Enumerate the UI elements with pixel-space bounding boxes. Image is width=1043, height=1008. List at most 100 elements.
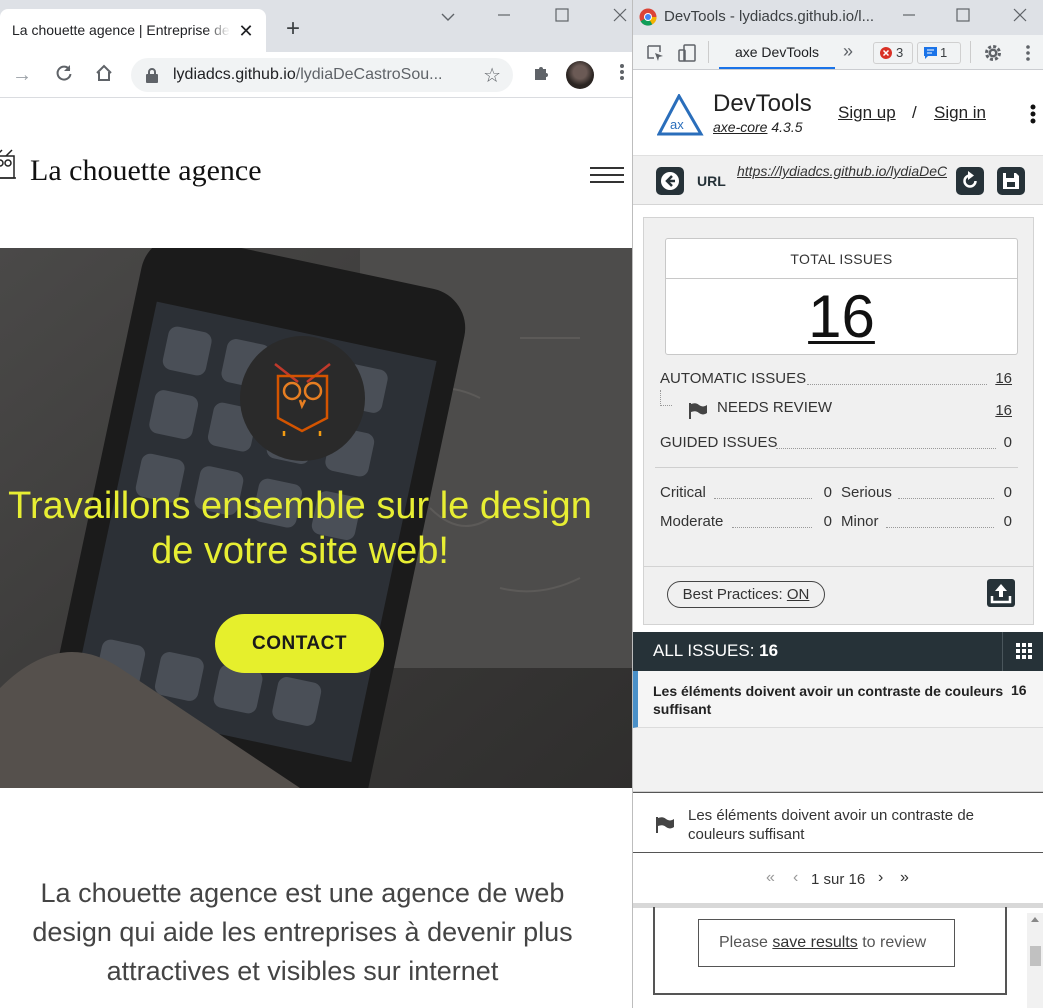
device-toolbar-icon[interactable]: [677, 43, 697, 63]
errors-count: 3: [896, 45, 904, 60]
close-window-icon[interactable]: [610, 8, 630, 28]
issue-count: 16: [1011, 682, 1027, 698]
back-button[interactable]: [656, 167, 684, 195]
critical-count: 0: [823, 484, 832, 501]
summary-divider: [655, 467, 1018, 468]
save-button[interactable]: [997, 167, 1025, 195]
contact-button[interactable]: CONTACT: [215, 614, 384, 673]
issue-list-empty-area: [633, 728, 1043, 792]
needs-review-count[interactable]: 16: [984, 402, 1012, 419]
web-page: La chouette agence Travaillons ensemble …: [0, 98, 632, 1008]
scroll-thumb[interactable]: [1030, 946, 1041, 966]
save-prefix: Please: [719, 934, 768, 951]
url-path: /lydiaDeCastroSou...: [295, 66, 443, 83]
best-practices-label: Best Practices:: [682, 586, 783, 603]
rescan-button[interactable]: [956, 167, 984, 195]
url-label: URL: [697, 173, 726, 189]
issue-list-item[interactable]: Les éléments doivent avoir un contraste …: [633, 671, 1043, 728]
messages-badge[interactable]: 1: [917, 42, 961, 64]
flag-icon: [689, 403, 707, 419]
sign-up-link[interactable]: Sign up: [838, 103, 896, 123]
issue-detail-header: Les éléments doivent avoir un contraste …: [633, 792, 1043, 853]
browser-menu-icon[interactable]: [610, 63, 632, 87]
total-issues-count[interactable]: 16: [666, 281, 1017, 353]
maximize-icon[interactable]: [953, 8, 973, 28]
errors-badge[interactable]: 3: [873, 42, 913, 64]
sign-in-link[interactable]: Sign in: [934, 103, 986, 123]
owl-logo-icon: [0, 149, 16, 179]
grid-view-button[interactable]: [1002, 632, 1043, 671]
reload-icon[interactable]: [52, 63, 76, 87]
best-practices-state: ON: [786, 586, 810, 603]
save-results-link[interactable]: save results: [772, 934, 857, 951]
messages-count: 1: [940, 45, 948, 60]
inspect-element-icon[interactable]: [646, 44, 664, 62]
new-tab-icon[interactable]: +: [281, 17, 305, 41]
axe-core-link[interactable]: axe-core: [713, 119, 767, 135]
best-practices-toggle[interactable]: Best Practices: ON: [667, 581, 825, 608]
lock-icon: [146, 68, 158, 83]
minimize-icon[interactable]: [899, 8, 919, 28]
axe-header: ax DevTools axe-core 4.3.5 Sign up / Sig…: [633, 70, 1043, 156]
scroll-up-icon[interactable]: [1031, 917, 1039, 922]
dot-leader: [776, 448, 996, 449]
needs-review-label: NEEDS REVIEW: [717, 399, 833, 416]
message-icon: [924, 47, 937, 59]
tabbar-divider: [970, 41, 971, 63]
dot-leader: [732, 527, 812, 528]
last-page-icon[interactable]: »: [900, 869, 909, 887]
owl-logo-icon: [274, 363, 331, 436]
tab-close-icon[interactable]: ✕: [236, 21, 256, 41]
tab-axe-devtools[interactable]: axe DevTools: [719, 40, 835, 69]
export-upload-icon[interactable]: [987, 579, 1015, 607]
home-icon[interactable]: [92, 63, 116, 87]
summary-footer-divider: [644, 566, 1033, 567]
settings-gear-icon[interactable]: [983, 43, 1003, 63]
serious-count: 0: [1003, 484, 1012, 501]
address-bar[interactable]: lydiadcs.github.io/lydiaDeCastroSou... ☆: [131, 58, 513, 92]
scan-url-bar: URL https://lydiadcs.github.io/lydiaDeCa…: [633, 156, 1043, 205]
total-issues-label: TOTAL ISSUES: [666, 239, 1017, 279]
next-page-icon[interactable]: ›: [878, 869, 883, 887]
scanned-url-link[interactable]: https://lydiadcs.github.io/lydiaDeCastro…: [737, 163, 947, 180]
browser-tab[interactable]: La chouette agence | Entreprise de web d…: [0, 9, 266, 52]
all-issues-header: ALL ISSUES: 16: [633, 632, 1043, 671]
issue-detail-body: Please save results to review: [633, 907, 1043, 1008]
all-issues-label: ALL ISSUES:: [653, 641, 755, 660]
flag-icon: [656, 817, 674, 833]
hero-banner: Travaillons ensemble sur le design de vo…: [0, 248, 632, 788]
serious-label: Serious: [841, 484, 892, 501]
owl-emblem: [240, 336, 365, 461]
prev-page-icon[interactable]: ‹: [793, 869, 798, 887]
hero-title: Travaillons ensemble sur le design de vo…: [8, 485, 592, 572]
tree-connector: [660, 390, 672, 406]
forward-icon[interactable]: →: [10, 63, 34, 87]
site-brand-name[interactable]: La chouette agence: [30, 154, 262, 188]
tabbar-divider: [708, 41, 709, 63]
minimize-icon[interactable]: [494, 8, 514, 28]
automatic-issues-label: AUTOMATIC ISSUES: [660, 370, 807, 387]
tab-title: La chouette agence | Entreprise de web d…: [12, 22, 230, 38]
browser-window: La chouette agence | Entreprise de web d…: [0, 0, 632, 1008]
bookmark-star-icon[interactable]: ☆: [483, 63, 501, 88]
issue-detail-title: Les éléments doivent avoir un contraste …: [688, 807, 975, 843]
tab-search-icon[interactable]: [438, 8, 458, 28]
axe-logo-icon: ax: [657, 94, 704, 136]
hamburger-menu-icon[interactable]: [590, 167, 624, 185]
profile-avatar[interactable]: [566, 61, 594, 89]
axe-menu-icon[interactable]: [1030, 104, 1036, 124]
detail-frame: Please save results to review: [653, 907, 1007, 995]
close-window-icon[interactable]: [1010, 8, 1030, 28]
dot-leader: [886, 527, 994, 528]
more-tabs-icon[interactable]: »: [843, 41, 853, 62]
maximize-icon[interactable]: [552, 8, 572, 28]
grid-icon: [1016, 643, 1032, 659]
devtools-menu-icon[interactable]: [1025, 44, 1031, 62]
all-issues-title: ALL ISSUES: 16: [653, 641, 778, 661]
first-page-icon[interactable]: «: [766, 869, 775, 887]
axe-core-version-number: 4.3.5: [771, 119, 803, 135]
automatic-issues-count[interactable]: 16: [984, 370, 1012, 387]
save-results-prompt: Please save results to review: [698, 919, 955, 967]
detail-scrollbar[interactable]: [1027, 913, 1043, 1008]
extensions-puzzle-icon[interactable]: [529, 63, 553, 87]
